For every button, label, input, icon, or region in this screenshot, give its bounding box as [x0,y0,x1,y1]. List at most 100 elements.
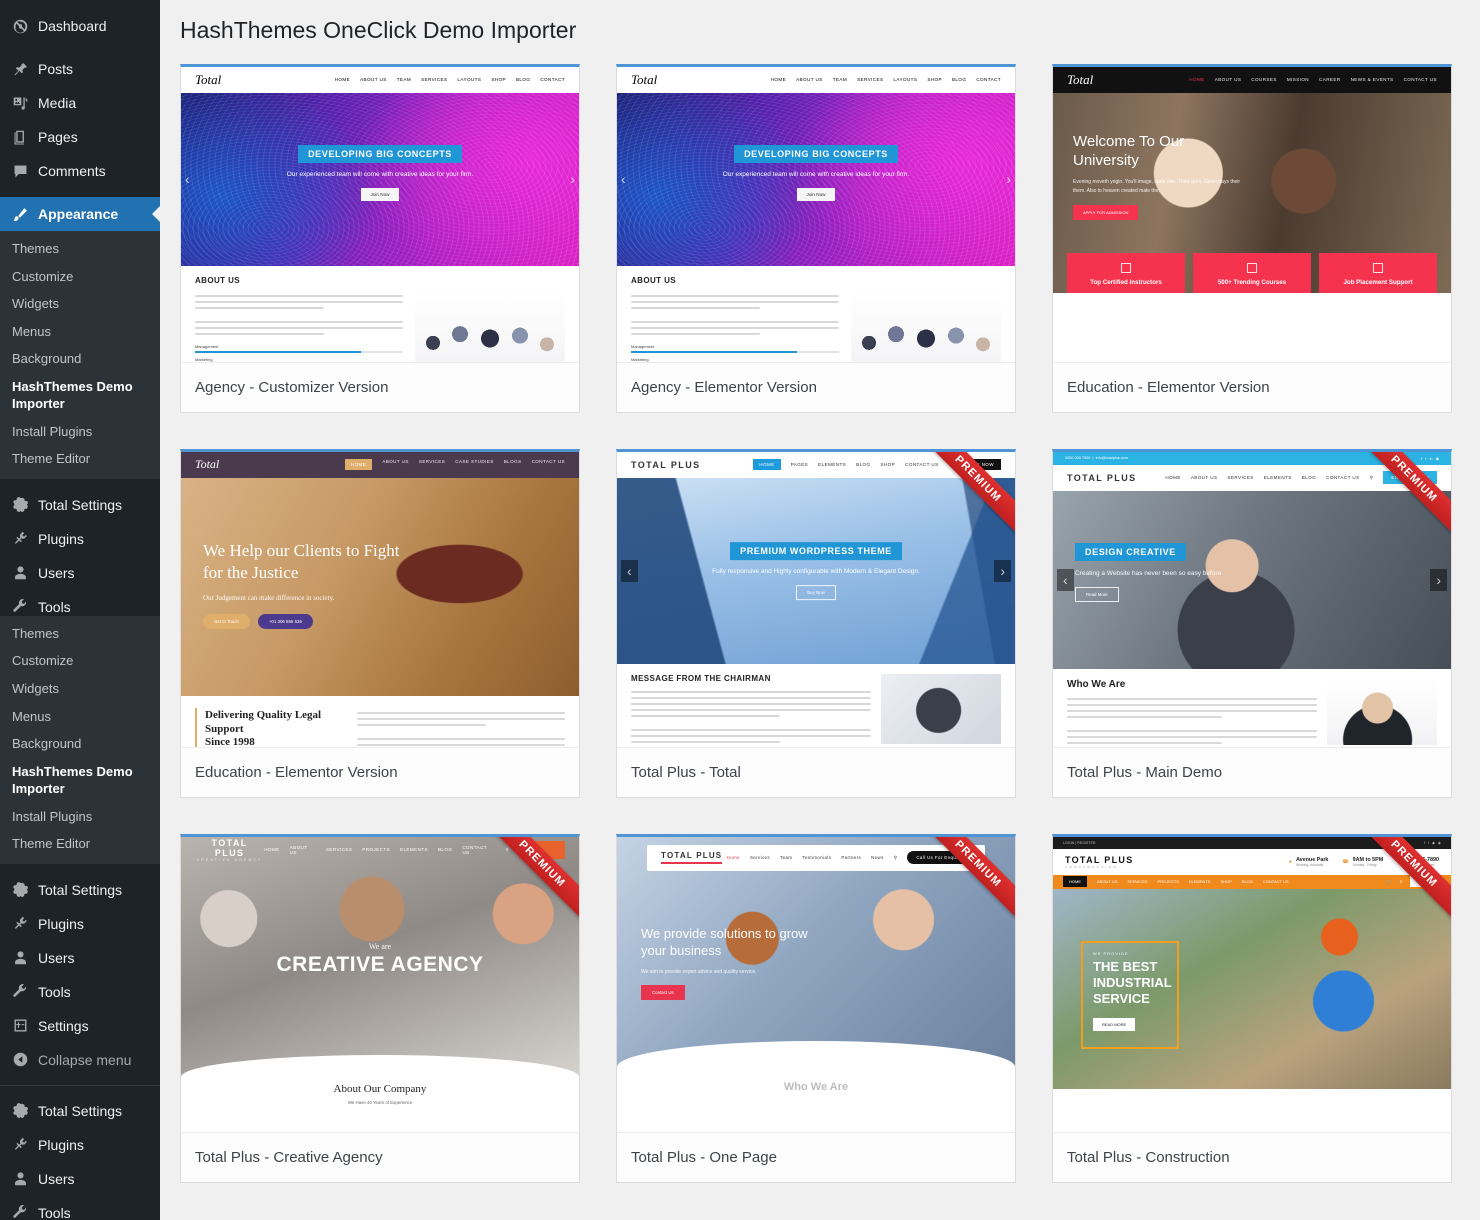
submenu-item-install-plugins-dup[interactable]: Install Plugins [0,803,160,831]
nav-link: SERVICES [1227,475,1254,481]
submenu-item-widgets-dup[interactable]: Widgets [0,675,160,703]
hero-tag: DEVELOPING BIG CONCEPTS [298,144,462,163]
search-icon[interactable]: ⚲ [894,855,898,861]
sidebar-item-collapse-menu[interactable]: Collapse menu [0,1043,160,1077]
submenu-item-themes[interactable]: Themes [0,235,160,263]
nav-link: Testimonials [802,855,832,861]
preview-logo-block: TOTAL PLUS CONSTRUCTION [1065,855,1134,869]
sidebar-item-tools-3[interactable]: Tools [0,1196,160,1220]
demo-card[interactable]: PREMIUM 0000 000 7000 | info@totalplus.c… [1052,448,1452,798]
carousel-prev-icon[interactable]: ‹ [1057,568,1074,591]
gear-icon [12,496,38,513]
cart-icon[interactable]: 🛒 [1387,879,1392,884]
submenu-item-install-plugins[interactable]: Install Plugins [0,418,160,446]
hero-content: We are CREATIVE AGENCY [181,942,579,977]
sidebar-item-tools-2[interactable]: Tools [0,975,160,1009]
hero-button[interactable]: Contact Us [641,984,685,1000]
social-icons[interactable]: f t ◆ ◉ [1424,841,1441,845]
demo-thumbnail[interactable]: TOTAL PLUS HOME PAGES ELEMENTS BLOG SHOP… [617,451,1015,747]
hero-tag: DEVELOPING BIG CONCEPTS [734,144,898,163]
demo-card[interactable]: Total HOME ABOUT US TEAM SERVICES LAYOUT… [180,63,580,413]
sidebar-item-label: Users [38,1170,75,1187]
submenu-item-menus[interactable]: Menus [0,318,160,346]
sidebar-item-tools-1[interactable]: Tools [0,590,160,624]
demo-card[interactable]: PREMIUM TOTAL PLUS Home Services Team Te… [616,833,1016,1183]
demo-thumbnail[interactable]: Total HOME ABOUT US SERVICES CASE STUDIE… [181,451,579,747]
sidebar-item-appearance[interactable]: Appearance [0,197,160,231]
topbar-phone: 0000 000 7000 [1065,456,1091,461]
location-pin-icon: ● [1288,858,1292,865]
submenu-item-themes-dup[interactable]: Themes [0,620,160,648]
nav-link: ABOUT US [382,459,409,465]
demo-card[interactable]: Total HOME ABOUT US SERVICES CASE STUDIE… [180,448,580,798]
sidebar-item-total-settings-3[interactable]: Total Settings [0,1094,160,1128]
sidebar-item-users-1[interactable]: Users [0,556,160,590]
demo-thumbnail[interactable]: LOGIN | REGISTER f t ◆ ◉ TOTAL PLUS CONS… [1053,836,1451,1132]
sidebar-item-plugins-2[interactable]: Plugins [0,907,160,941]
submenu-item-hashthemes-demo-importer-dup[interactable]: HashThemes Demo Importer [0,758,160,803]
section-title: Who We Are [1067,678,1126,690]
social-icons[interactable]: f t in ◉ [1421,456,1439,461]
nav-link: TEAM [832,77,848,83]
sidebar-item-comments[interactable]: Comments [0,154,160,188]
search-icon[interactable]: ⚲ [1400,879,1403,884]
demo-thumbnail[interactable]: Total HOME ABOUT US COURSES MISSION CARE… [1053,66,1451,362]
hero-title: CREATIVE AGENCY [276,952,484,976]
demo-card[interactable]: PREMIUM LOGIN | REGISTER f t ◆ ◉ TOTAL P… [1052,833,1452,1183]
preview-nav: HOME ABOUT US TEAM SERVICES LAYOUTS SHOP… [335,77,565,82]
hero-content: We Help our Clients to Fight for the Jus… [203,540,413,630]
hero-button[interactable]: READ MORE [1093,1017,1136,1031]
sidebar-item-users-3[interactable]: Users [0,1162,160,1196]
hero-button[interactable]: Join Now [796,187,836,201]
nav-link: ABOUT US [1190,475,1218,481]
sidebar-item-settings[interactable]: Settings [0,1009,160,1043]
demo-card[interactable]: PREMIUM TOTAL PLUS CREATIVE AGENCY HOME … [180,833,580,1183]
sidebar-item-plugins-1[interactable]: Plugins [0,522,160,556]
hero-button[interactable]: Read More [1075,586,1119,602]
submenu-item-widgets[interactable]: Widgets [0,290,160,318]
login-register-link[interactable]: LOGIN | REGISTER [1063,841,1095,845]
sidebar-item-dashboard[interactable]: Dashboard [0,9,160,43]
info-sub: Sunday - Friday [1352,862,1377,867]
preview-section: Delivering Quality Legal Support Since 1… [181,695,579,747]
demo-card[interactable]: Total HOME ABOUT US COURSES MISSION CARE… [1052,63,1452,413]
demo-card[interactable]: Total HOME ABOUT US TEAM SERVICES LAYOUT… [616,63,1016,413]
submenu-item-customize-dup[interactable]: Customize [0,647,160,675]
sidebar-item-label: Dashboard [38,18,107,34]
submenu-item-background-dup[interactable]: Background [0,730,160,758]
preview-hero: ‹ › DEVELOPING BIG CONCEPTS Our experien… [181,92,579,266]
demo-card[interactable]: PREMIUM TOTAL PLUS HOME PAGES ELEMENTS B… [616,448,1016,798]
hero-subtitle: Fully responsive and Highly configurable… [712,568,920,576]
submenu-item-theme-editor-dup[interactable]: Theme Editor [0,830,160,858]
sidebar-item-plugins-3[interactable]: Plugins [0,1128,160,1162]
phone-icon: ☎ [1342,858,1349,865]
sidebar-item-users-2[interactable]: Users [0,941,160,975]
hero-secondary-button[interactable]: +01 306 555 536 [257,614,313,630]
hero-primary-button[interactable]: Get In Touch [203,614,250,630]
carousel-next-icon[interactable]: › [1430,568,1447,591]
sidebar-item-total-settings-1[interactable]: Total Settings [0,488,160,522]
submenu-item-menus-dup[interactable]: Menus [0,703,160,731]
user-icon [12,949,38,966]
demo-thumbnail[interactable]: TOTAL PLUS Home Services Team Testimonia… [617,836,1015,1132]
submenu-item-theme-editor[interactable]: Theme Editor [0,445,160,473]
sidebar-item-posts[interactable]: Posts [0,52,160,86]
demo-thumbnail[interactable]: TOTAL PLUS CREATIVE AGENCY HOME ABOUT US… [181,836,579,1132]
search-icon[interactable]: ⚲ [505,847,509,853]
demo-thumbnail[interactable]: Total HOME ABOUT US TEAM SERVICES LAYOUT… [617,66,1015,362]
nav-link: HOME [770,77,787,83]
preview-logo: TOTAL PLUS [661,851,723,861]
submenu-item-customize[interactable]: Customize [0,263,160,291]
demo-thumbnail[interactable]: Total HOME ABOUT US TEAM SERVICES LAYOUT… [181,66,579,362]
nav-link: HOME [1189,77,1205,83]
demo-thumbnail[interactable]: 0000 000 7000 | info@totalplus.com f t i… [1053,451,1451,747]
sidebar-item-pages[interactable]: Pages [0,120,160,154]
hero-button[interactable]: Buy Now [796,584,836,600]
search-icon[interactable]: ⚲ [1370,475,1374,481]
hero-button[interactable]: APPLY FOR ADMISSION [1073,205,1139,221]
hero-button[interactable]: Join Now [360,187,400,201]
submenu-item-hashthemes-demo-importer[interactable]: HashThemes Demo Importer [0,373,160,418]
sidebar-item-media[interactable]: Media [0,86,160,120]
sidebar-item-total-settings-2[interactable]: Total Settings [0,873,160,907]
submenu-item-background[interactable]: Background [0,345,160,373]
